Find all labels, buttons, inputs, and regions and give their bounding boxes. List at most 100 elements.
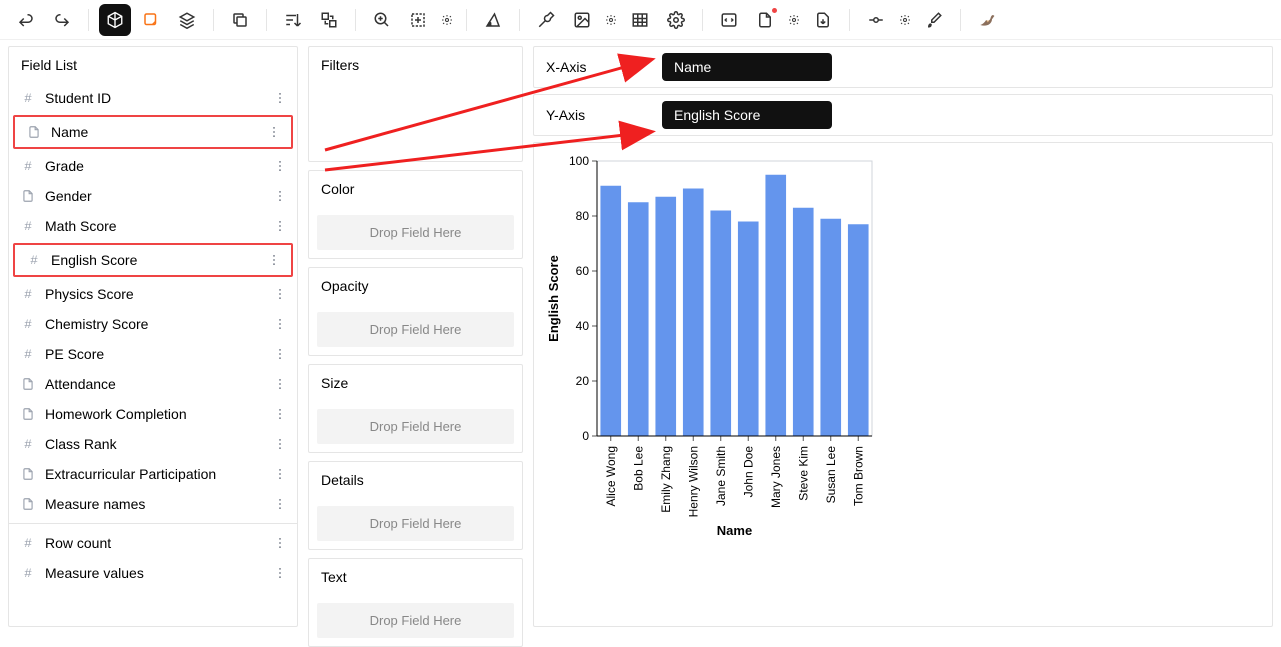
field-item[interactable]: Extracurricular Participation [9,459,297,489]
more-icon[interactable] [271,407,289,421]
resize-settings-button[interactable] [438,4,456,36]
field-label: Extracurricular Participation [45,466,271,482]
field-item[interactable]: #English Score [13,243,293,277]
shelf-title: Text [309,559,522,595]
commit-settings-button[interactable] [896,4,914,36]
text-shelf[interactable]: Text Drop Field Here [308,558,523,647]
svg-text:Name: Name [717,523,752,538]
field-item[interactable]: #Student ID [9,83,297,113]
code-button[interactable] [713,4,745,36]
commit-button[interactable] [860,4,892,36]
svg-text:40: 40 [576,319,590,333]
drop-zone[interactable]: Drop Field Here [317,312,514,347]
more-icon[interactable] [271,189,289,203]
export-settings-button[interactable] [785,4,803,36]
more-icon[interactable] [271,467,289,481]
more-icon[interactable] [271,317,289,331]
layers-button[interactable] [171,4,203,36]
y-axis-shelf[interactable]: Y-Axis English Score [533,94,1273,136]
shelf-title: Opacity [309,268,522,304]
more-icon[interactable] [271,536,289,550]
y-axis-pill[interactable]: English Score [662,101,832,129]
sort-button[interactable] [277,4,309,36]
field-item[interactable]: #PE Score [9,339,297,369]
settings-button[interactable] [660,4,692,36]
wrench-button[interactable] [530,4,562,36]
cube-button[interactable] [99,4,131,36]
svg-text:Tom Brown: Tom Brown [851,446,865,506]
filters-shelf[interactable]: Filters [308,46,523,162]
field-item[interactable]: Attendance [9,369,297,399]
svg-text:60: 60 [576,264,590,278]
note-button[interactable] [135,4,167,36]
drop-zone[interactable]: Drop Field Here [317,506,514,541]
toolbar: 2 [0,0,1281,40]
download-button[interactable] [807,4,839,36]
axis-label: Y-Axis [542,107,662,123]
more-icon[interactable] [271,347,289,361]
image-button[interactable] [566,4,598,36]
document-icon [19,495,37,513]
more-icon[interactable] [271,91,289,105]
more-icon[interactable] [271,287,289,301]
zoom-in-button[interactable] [366,4,398,36]
field-item[interactable]: Name [13,115,293,149]
details-shelf[interactable]: Details Drop Field Here [308,461,523,550]
shelf-title: Color [309,171,522,207]
field-item[interactable]: Measure names [9,489,297,519]
more-icon[interactable] [271,159,289,173]
size-shelf[interactable]: Size Drop Field Here [308,364,523,453]
more-icon[interactable] [271,219,289,233]
field-item[interactable]: #Physics Score [9,279,297,309]
x-axis-pill[interactable]: Name [662,53,832,81]
field-item[interactable]: #Measure values [9,558,297,588]
document-icon [19,187,37,205]
more-icon[interactable] [271,437,289,451]
bar-chart: 020406080100Alice WongBob LeeEmily Zhang… [542,151,882,541]
document-icon [19,375,37,393]
field-label: Chemistry Score [45,316,271,332]
more-icon[interactable] [265,125,283,139]
svg-text:Mary Jones: Mary Jones [769,446,783,508]
resize-button[interactable] [402,4,434,36]
drop-zone[interactable]: Drop Field Here [317,409,514,444]
field-label: Gender [45,188,271,204]
redo-button[interactable] [46,4,78,36]
x-axis-shelf[interactable]: X-Axis Name [533,46,1273,88]
svg-text:Henry Wilson: Henry Wilson [686,446,700,517]
more-icon[interactable] [265,253,283,267]
export-button[interactable] [749,4,781,36]
document-icon [25,123,43,141]
field-list-title: Field List [9,47,297,83]
field-item[interactable]: #Row count [9,528,297,558]
svg-text:English Score: English Score [546,255,561,342]
divider [9,523,297,524]
more-icon[interactable] [271,377,289,391]
bird-icon[interactable] [971,4,1003,36]
table-button[interactable] [624,4,656,36]
brush-button[interactable] [918,4,950,36]
geometry-button[interactable]: 2 [477,4,509,36]
field-label: Student ID [45,90,271,106]
field-item[interactable]: #Math Score [9,211,297,241]
shelf-title: Size [309,365,522,401]
field-item[interactable]: Gender [9,181,297,211]
color-shelf[interactable]: Color Drop Field Here [308,170,523,259]
field-item[interactable]: Homework Completion [9,399,297,429]
opacity-shelf[interactable]: Opacity Drop Field Here [308,267,523,356]
undo-button[interactable] [10,4,42,36]
chart-panel: 020406080100Alice WongBob LeeEmily Zhang… [533,142,1273,627]
field-item[interactable]: #Chemistry Score [9,309,297,339]
field-item[interactable]: #Class Rank [9,429,297,459]
more-icon[interactable] [271,566,289,580]
chart-column: X-Axis Name Y-Axis English Score 0204060… [533,46,1273,627]
image-settings-button[interactable] [602,4,620,36]
drop-zone[interactable]: Drop Field Here [317,215,514,250]
copy-button[interactable] [224,4,256,36]
svg-text:80: 80 [576,209,590,223]
transpose-button[interactable] [313,4,345,36]
field-item[interactable]: #Grade [9,151,297,181]
more-icon[interactable] [271,497,289,511]
field-label: Homework Completion [45,406,271,422]
svg-text:0: 0 [582,429,589,443]
